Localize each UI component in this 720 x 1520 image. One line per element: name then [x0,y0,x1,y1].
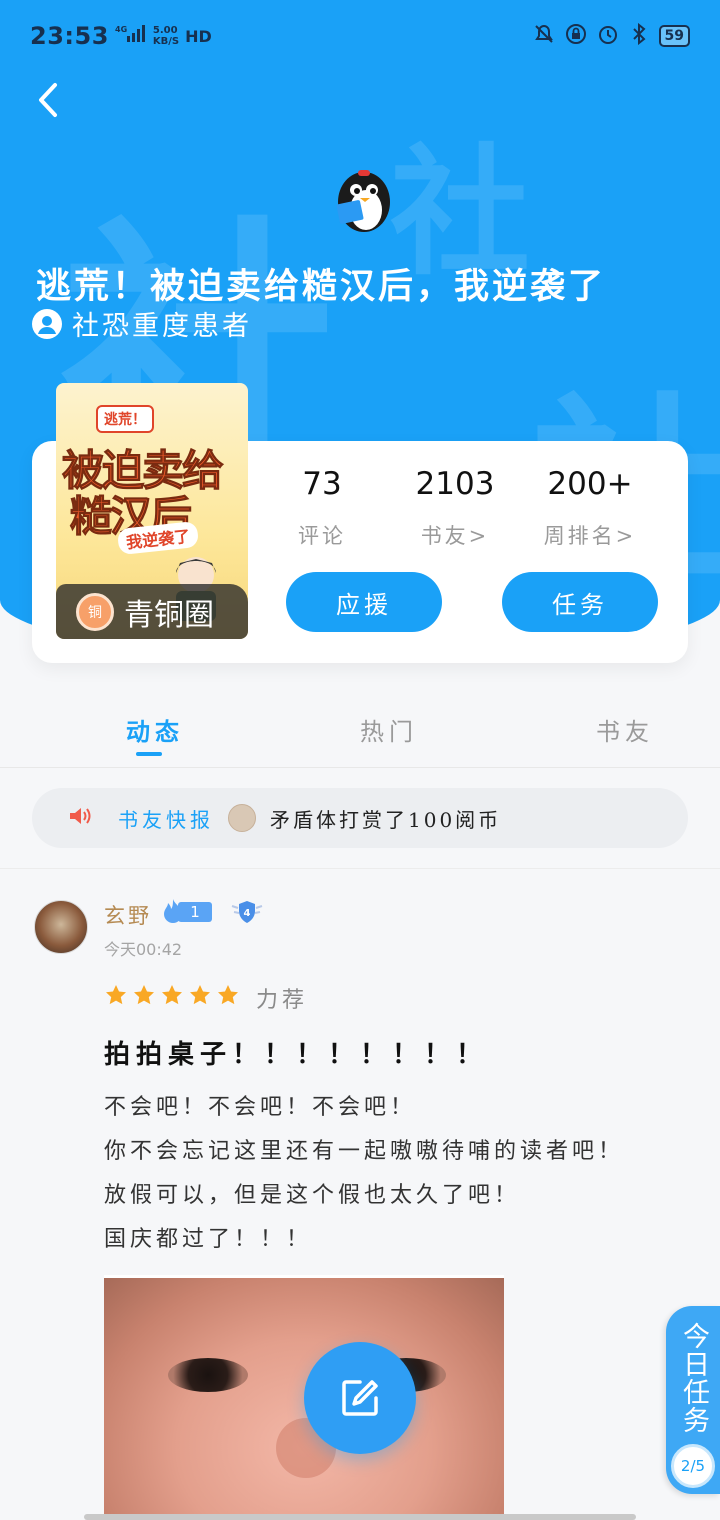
image-eye [168,1358,248,1392]
post-title[interactable]: 拍拍桌子！！！！！！！！ [104,1034,488,1071]
post-line: 国庆都过了！！！ [104,1227,313,1252]
post-line: 放假可以，但是这个假也太久了吧！ [104,1183,521,1208]
daily-task-tab[interactable]: 今日任务 2/5 [666,1306,720,1494]
stat-weekly-rank[interactable]: 200+ 周排名> [540,466,640,550]
post-body[interactable]: 不会吧！不会吧！不会吧！ 你不会忘记这里还有一起嗷嗷待哺的读者吧！ 放假可以，但… [104,1086,624,1262]
stat-value: 2103 [415,466,495,502]
support-button[interactable]: 应援 [286,572,442,632]
edit-icon [342,1380,378,1416]
penguin-mascot-icon [328,164,394,234]
bronze-medal-icon: 铜 [76,592,114,631]
tab-book-friends[interactable]: 书友 [596,712,654,747]
post-time: 今天00:42 [104,940,183,959]
stat-book-friends[interactable]: 2103 书友> [410,466,500,550]
star-icon [218,985,238,1005]
post-line: 你不会忘记这里还有一起嗷嗷待哺的读者吧！ [104,1139,625,1164]
star-icon [106,985,126,1005]
book-title: 逃荒！被迫卖给糙汉后，我逆袭了 [36,266,607,307]
stat-label: 书友> [420,524,490,548]
level-number: 1 [178,902,212,922]
user-icon [32,308,62,339]
tasks-button[interactable]: 任务 [502,572,658,632]
stat-comments[interactable]: 73 评论 [282,466,362,550]
tab-bar: 动态 热门 书友 [0,700,720,768]
news-text: 矛盾体打赏了100阅币 [270,807,502,832]
stat-value: 73 [302,466,342,502]
svg-text:4G: 4G [115,25,127,34]
status-bar: 23:53 4G 5.00 KB/S HD 59 [0,0,720,72]
alarm-icon [597,23,619,49]
tab-activity[interactable]: 动态 [126,712,184,747]
tab-hot[interactable]: 热门 [360,712,418,747]
svg-text:4: 4 [244,908,251,919]
chevron-left-icon [39,83,57,117]
news-avatar [228,804,256,832]
network-speed: 5.00 KB/S [152,25,180,47]
avatar[interactable] [34,900,88,954]
status-icons: 59 [533,22,690,49]
stat-value: 200+ [547,466,633,502]
mute-bell-icon [533,23,555,49]
cover-tag: 逃荒！ [96,405,154,433]
post-line: 不会吧！不会吧！不会吧！ [104,1095,417,1120]
tab-indicator [136,752,162,756]
daily-task-label: 今日任务 [678,1322,709,1434]
news-bar[interactable]: 书友快报 矛盾体打赏了100阅币 [32,788,688,848]
home-indicator[interactable] [84,1514,636,1520]
daily-task-progress: 2/5 [671,1444,715,1488]
stat-label: 评论 [298,524,346,548]
stat-label: 周排名> [543,524,637,548]
compose-button[interactable] [304,1342,416,1454]
rating-stars [104,983,240,1007]
star-icon [134,985,154,1005]
post-username[interactable]: 玄野 [104,900,152,930]
news-label: 书友快报 [118,807,214,832]
star-icon [190,985,210,1005]
tier-badge[interactable]: 铜 青铜圈 [56,584,248,639]
signal-icon: 4G [115,24,145,48]
divider [0,868,720,869]
status-time: 23:53 [30,22,109,50]
rating-label: 力荐 [256,988,309,1013]
shield-icon: 4 [230,898,264,926]
back-button[interactable] [28,80,68,120]
battery-indicator: 59 [658,25,690,47]
speaker-icon [68,805,92,831]
fan-level-badge: 1 [160,899,212,924]
lock-rotation-icon [565,23,587,49]
author-row[interactable]: 社恐重度患者 [32,304,252,343]
hd-indicator: HD [185,26,212,46]
author-name: 社恐重度患者 [72,311,252,342]
star-icon [162,985,182,1005]
bluetooth-icon [629,22,649,49]
tier-label: 青铜圈 [124,597,214,633]
